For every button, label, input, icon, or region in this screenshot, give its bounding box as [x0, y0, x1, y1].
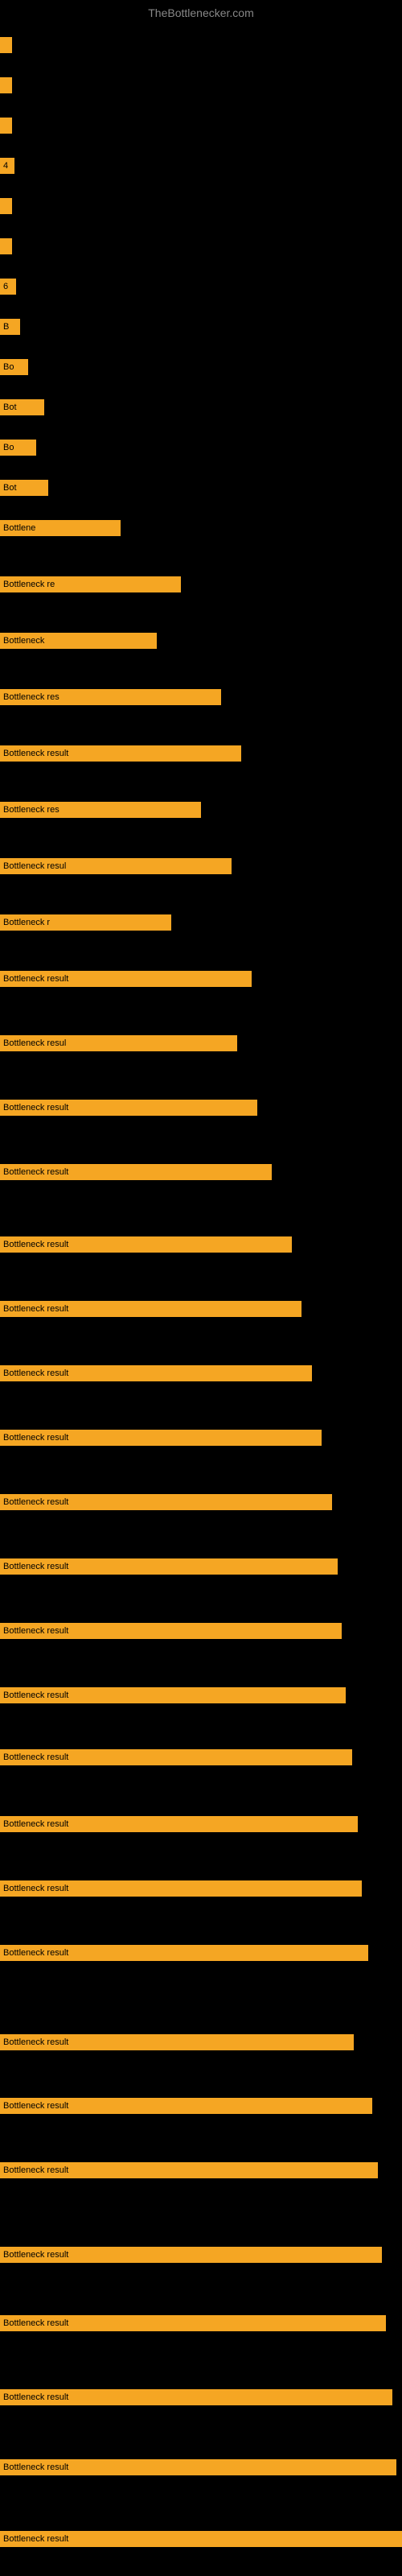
bar-row: Bottleneck result: [0, 2095, 372, 2117]
bar-row: Bottleneck res: [0, 686, 221, 708]
bar-row: Bottleneck result: [0, 1233, 292, 1256]
bar-row: Bottleneck resul: [0, 855, 232, 877]
bar-row: Bot: [0, 477, 48, 499]
bar-row: Bottleneck result: [0, 2312, 386, 2334]
bar-row: Bottleneck result: [0, 2031, 354, 2054]
bar-label: [0, 198, 12, 214]
bar-label: Bottleneck result: [0, 2098, 372, 2114]
bar-row: Bottleneck result: [0, 1426, 322, 1449]
bar-label: Bottleneck result: [0, 1430, 322, 1446]
bar-label: Bottleneck r: [0, 914, 171, 931]
bar-row: [0, 195, 12, 217]
bar-label: Bottleneck result: [0, 2034, 354, 2050]
bar-row: [0, 74, 12, 97]
bar-row: Bottleneck result: [0, 1555, 338, 1578]
bar-label: Bottleneck result: [0, 1687, 346, 1703]
bar-row: Bottleneck result: [0, 1746, 352, 1769]
bar-label: Bottleneck resul: [0, 858, 232, 874]
bar-row: Bottleneck: [0, 630, 157, 652]
bar-label: Bottleneck result: [0, 745, 241, 762]
bar-label: Bottleneck result: [0, 2389, 392, 2405]
bar-label: Bottleneck result: [0, 1749, 352, 1765]
site-title: TheBottlenecker.com: [0, 0, 402, 26]
bar-row: Bo: [0, 436, 36, 459]
bar-label: Bottleneck resul: [0, 1035, 237, 1051]
bar-label: [0, 238, 12, 254]
bar-label: Bottleneck result: [0, 1880, 362, 1897]
bar-row: Bottleneck r: [0, 911, 171, 934]
bar-row: Bottleneck result: [0, 2528, 402, 2550]
bar-row: Bottleneck result: [0, 1298, 302, 1320]
bar-label: Bo: [0, 440, 36, 456]
bar-label: Bottleneck result: [0, 1236, 292, 1253]
bar-row: Bottleneck result: [0, 2386, 392, 2409]
bar-row: Bottleneck result: [0, 1813, 358, 1835]
bar-row: Bottleneck result: [0, 2244, 382, 2266]
bar-row: Bottleneck re: [0, 573, 181, 596]
bar-label: Bottleneck result: [0, 2315, 386, 2331]
bar-row: [0, 34, 12, 56]
bar-label: Bottleneck result: [0, 1100, 257, 1116]
bar-row: Bottleneck result: [0, 1620, 342, 1642]
bar-label: Bottleneck result: [0, 2459, 396, 2475]
bar-label: Bot: [0, 480, 48, 496]
bar-row: Bottleneck result: [0, 968, 252, 990]
bar-label: Bottleneck result: [0, 1494, 332, 1510]
bar-label: Bottleneck result: [0, 1816, 358, 1832]
bar-label: Bottleneck result: [0, 1623, 342, 1639]
bar-row: Bottleneck result: [0, 1877, 362, 1900]
bar-label: Bo: [0, 359, 28, 375]
bar-row: Bottleneck result: [0, 1161, 272, 1183]
bar-label: Bottleneck result: [0, 1558, 338, 1575]
bar-row: Bottleneck result: [0, 2159, 378, 2182]
bar-row: Bottleneck result: [0, 2456, 396, 2479]
bar-row: 4: [0, 155, 14, 177]
bar-label: Bottleneck result: [0, 1945, 368, 1961]
bar-label: Bottlene: [0, 520, 121, 536]
bar-row: Bottleneck result: [0, 1096, 257, 1119]
bar-label: Bottleneck result: [0, 1164, 272, 1180]
bar-row: [0, 235, 12, 258]
bar-label: [0, 77, 12, 93]
bar-label: 4: [0, 158, 14, 174]
bar-label: Bot: [0, 399, 44, 415]
bar-label: Bottleneck res: [0, 689, 221, 705]
bar-label: Bottleneck result: [0, 2162, 378, 2178]
bar-label: [0, 118, 12, 134]
bar-row: [0, 114, 12, 137]
bar-row: Bottleneck result: [0, 1491, 332, 1513]
bar-label: Bottleneck result: [0, 1365, 312, 1381]
bar-row: Bo: [0, 356, 28, 378]
bar-label: Bottleneck re: [0, 576, 181, 592]
bar-label: 6: [0, 279, 16, 295]
bar-label: Bottleneck result: [0, 2247, 382, 2263]
bar-row: 6: [0, 275, 16, 298]
bar-label: Bottleneck result: [0, 2531, 402, 2547]
bar-row: Bottleneck result: [0, 1684, 346, 1707]
bar-row: Bottlene: [0, 517, 121, 539]
bar-label: Bottleneck result: [0, 971, 252, 987]
bar-row: Bottleneck result: [0, 742, 241, 765]
bar-label: Bottleneck res: [0, 802, 201, 818]
bar-label: B: [0, 319, 20, 335]
bar-label: Bottleneck result: [0, 1301, 302, 1317]
bar-label: [0, 37, 12, 53]
bar-label: Bottleneck: [0, 633, 157, 649]
bar-row: Bottleneck res: [0, 799, 201, 821]
bar-row: Bottleneck result: [0, 1362, 312, 1385]
bar-row: Bottleneck result: [0, 1942, 368, 1964]
bar-row: Bottleneck resul: [0, 1032, 237, 1055]
bar-row: B: [0, 316, 20, 338]
bar-row: Bot: [0, 396, 44, 419]
